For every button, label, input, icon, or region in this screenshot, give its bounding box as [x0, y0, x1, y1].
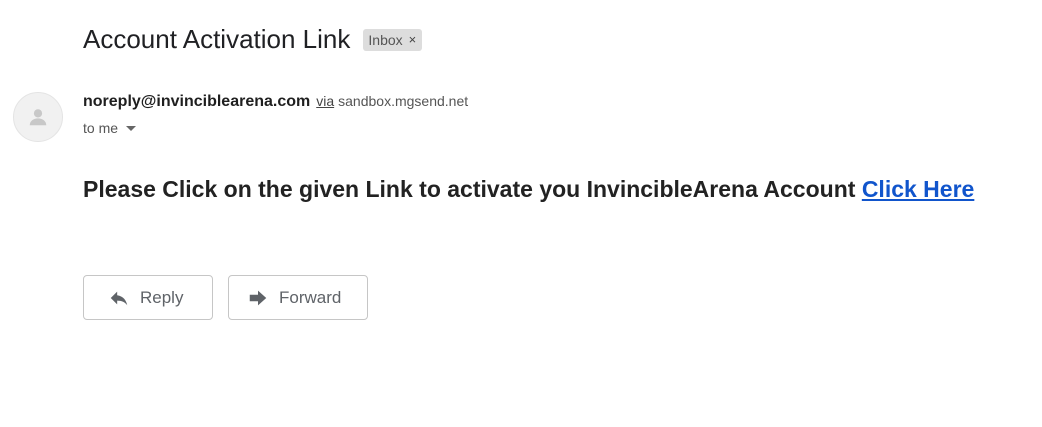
recipient-label: to me [83, 120, 119, 136]
email-subject: Account Activation Link [83, 24, 351, 54]
inbox-label-chip: Inbox × [363, 29, 423, 51]
remove-label-icon[interactable]: × [409, 30, 417, 50]
recipient-details-toggle[interactable]: to me [83, 120, 137, 136]
caret-down-icon[interactable] [126, 125, 137, 131]
via-link[interactable]: via [316, 93, 334, 109]
reply-label: Reply [140, 287, 184, 307]
forward-arrow-icon [247, 287, 269, 309]
email-body: Please Click on the given Link to activa… [83, 174, 974, 204]
reply-button[interactable]: Reply [83, 275, 213, 320]
sender-row: noreply@invinciblearena.com via sandbox.… [83, 93, 468, 111]
label-chip-text: Inbox [368, 32, 403, 48]
forward-label: Forward [279, 287, 342, 307]
subject-row: Account Activation Link Inbox × [83, 22, 423, 56]
activation-link[interactable]: Click Here [862, 176, 975, 202]
avatar[interactable] [13, 92, 63, 142]
body-message: Please Click on the given Link to activa… [83, 176, 856, 202]
reply-arrow-icon [108, 287, 130, 309]
forward-button[interactable]: Forward [228, 275, 368, 320]
sender-email[interactable]: noreply@invinciblearena.com [83, 93, 310, 111]
via-domain: sandbox.mgsend.net [338, 93, 469, 109]
person-icon [29, 109, 47, 126]
